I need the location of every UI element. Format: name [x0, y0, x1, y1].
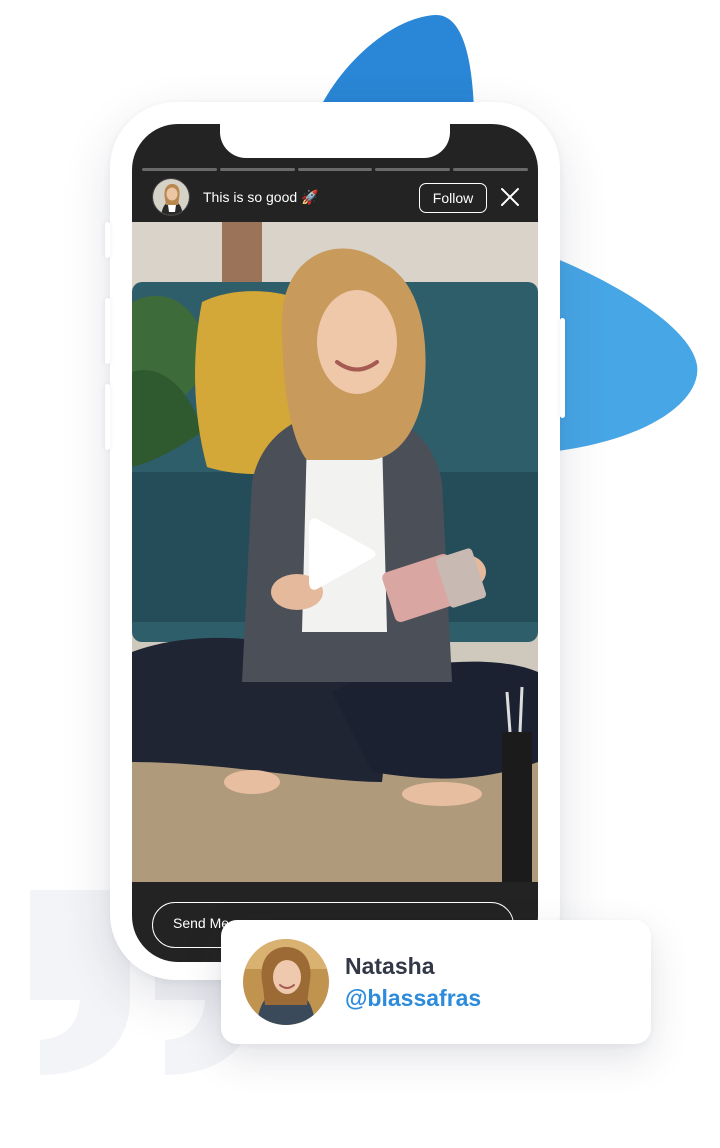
progress-segment: [142, 168, 217, 171]
progress-segment: [297, 168, 373, 171]
profile-avatar-image: [243, 939, 329, 1025]
profile-avatar[interactable]: [243, 939, 329, 1025]
progress-segment: [219, 168, 295, 171]
phone-power-button: [560, 318, 565, 418]
follow-button[interactable]: Follow: [419, 183, 487, 213]
phone-volume-up-button: [105, 298, 110, 364]
profile-handle[interactable]: @blassafras: [345, 985, 481, 1012]
phone-side-button: [105, 222, 110, 258]
story-video[interactable]: [132, 222, 538, 882]
story-progress-bar: [142, 168, 528, 171]
phone-volume-down-button: [105, 384, 110, 450]
progress-segment: [453, 168, 528, 171]
phone-notch: [220, 124, 450, 158]
phone-mockup: This is so good 🚀 Follow Send Me: [105, 102, 565, 980]
blue-blob-right: [550, 256, 698, 452]
play-icon[interactable]: [307, 514, 377, 594]
close-icon[interactable]: [498, 185, 522, 209]
story-title: This is so good 🚀: [203, 189, 319, 205]
progress-segment: [375, 168, 451, 171]
profile-name: Natasha: [345, 953, 435, 979]
story-header: This is so good 🚀 Follow: [132, 178, 538, 224]
story-avatar[interactable]: [152, 178, 190, 216]
stage: This is so good 🚀 Follow Send Me Natasha…: [0, 0, 720, 1148]
avatar-image: [153, 179, 189, 215]
profile-card[interactable]: Natasha @blassafras: [221, 920, 651, 1044]
phone-screen: This is so good 🚀 Follow Send Me: [132, 124, 538, 962]
